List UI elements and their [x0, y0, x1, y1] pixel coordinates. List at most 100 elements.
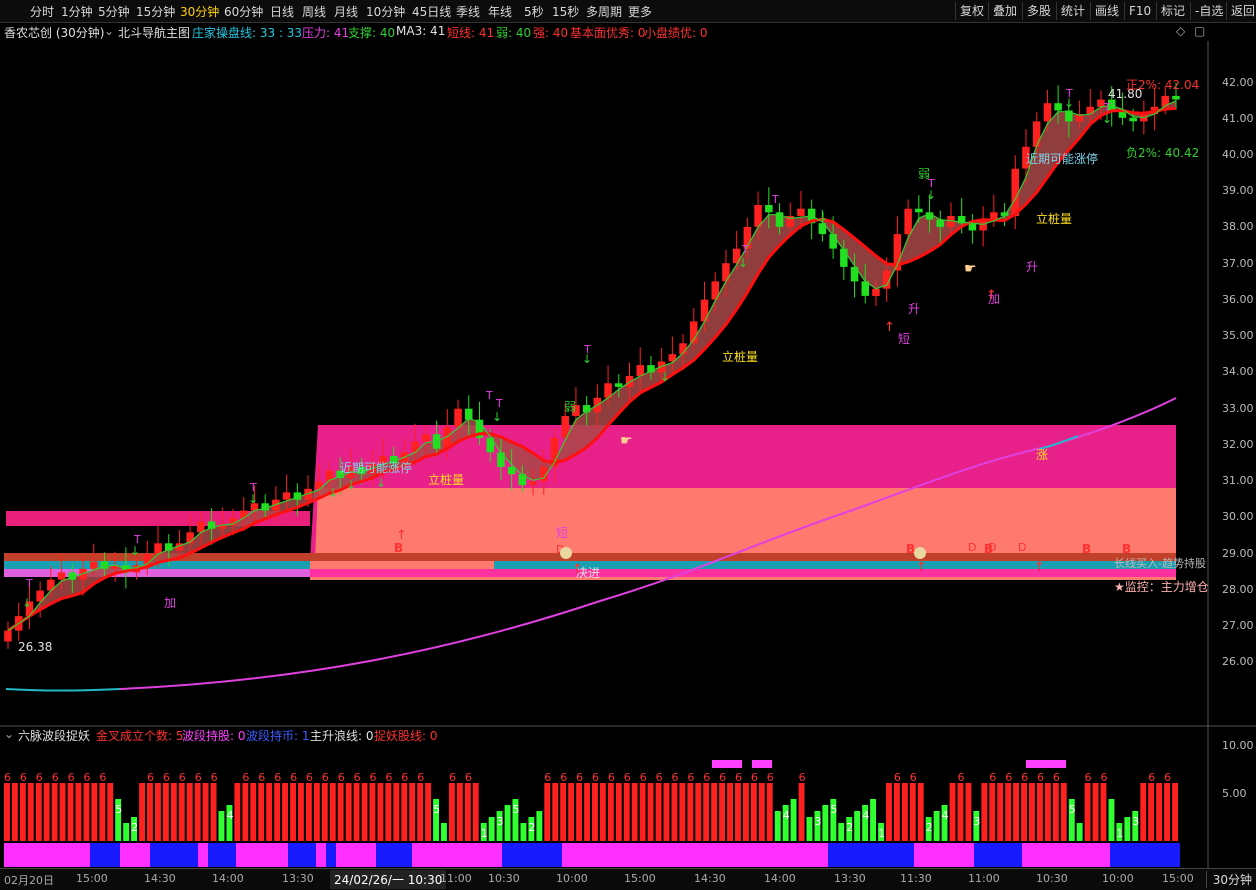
pulse-digit: 6: [449, 771, 456, 784]
candle-body: [282, 492, 291, 500]
buy-marker: B: [1082, 542, 1091, 556]
signal-label-pile-3: 立桩量: [1036, 211, 1072, 226]
pulse-bar: [67, 783, 74, 841]
svg-text:↓: ↓: [818, 210, 828, 224]
sub-indicator-title[interactable]: 六脉波段捉妖: [18, 727, 90, 744]
period-tab-30min[interactable]: 30分钟: [180, 3, 219, 20]
pulse-bar: [218, 811, 225, 841]
window-icon[interactable]: ▢: [1194, 24, 1205, 38]
price-tick: 29.00: [1222, 547, 1254, 560]
pulse-bar: [560, 783, 567, 841]
pulse-digit: 6: [465, 771, 472, 784]
pulse-digit: 6: [958, 771, 965, 784]
pulse-bar: [51, 783, 58, 841]
pulse-digit: 6: [274, 771, 281, 784]
statistics-button[interactable]: 统计: [1056, 2, 1089, 20]
overlay-button[interactable]: 叠加: [988, 2, 1021, 20]
pulse-bar: [234, 783, 241, 841]
indicator-toggle-icon[interactable]: ⌄: [104, 24, 114, 38]
pulse-bar: [1156, 783, 1163, 841]
period-tab-15sec[interactable]: 15秒: [552, 3, 579, 20]
candle-body: [1043, 103, 1052, 122]
period-tab-weekly[interactable]: 周线: [302, 3, 326, 20]
pulse-bar: [1060, 783, 1067, 841]
multi-stock-button[interactable]: 多股: [1022, 2, 1055, 20]
hand-pointer-icon: ☛: [964, 261, 977, 277]
period-tab-1min[interactable]: 1分钟: [61, 3, 93, 20]
pulse-bar: [584, 783, 590, 841]
buy-marker: B: [1122, 542, 1131, 556]
period-tab-5min[interactable]: 5分钟: [98, 3, 130, 20]
pulse-bar: [449, 783, 455, 841]
period-tab-year[interactable]: 年线: [488, 3, 512, 20]
pulse-digit: 2: [131, 821, 138, 834]
status-strip-3: [310, 569, 1176, 577]
period-tab-quarter[interactable]: 季线: [456, 3, 480, 20]
pulse-digit: 6: [179, 771, 186, 784]
pulse-bar: [989, 783, 996, 841]
period-tab-fenshi[interactable]: 分时: [30, 3, 54, 20]
period-tab-more[interactable]: 更多: [628, 3, 652, 20]
pulse-bar: [377, 783, 384, 841]
pulse-bar: [854, 811, 861, 841]
pulse-bar: [504, 805, 511, 841]
pink-marker: [712, 760, 742, 768]
signal-label-pile-1: 立桩量: [428, 472, 464, 487]
pulse-digit: 6: [656, 771, 663, 784]
pulse-bar: [695, 783, 702, 841]
pulse-bar: [687, 783, 694, 841]
price-tick: 30.00: [1222, 510, 1254, 523]
pulse-bar: [1084, 783, 1091, 841]
period-tab-5sec[interactable]: 5秒: [524, 3, 544, 20]
f10-button[interactable]: F10: [1124, 2, 1155, 20]
restore-rights-button[interactable]: 复权: [955, 2, 988, 20]
hand-pointer-icon: ☛: [620, 433, 633, 449]
pulse-digit: 6: [68, 771, 75, 784]
pulse-digit: 6: [576, 771, 583, 784]
price-tick: 38.00: [1222, 220, 1254, 233]
pulse-bar: [313, 783, 320, 841]
candle-body: [454, 408, 462, 427]
signal-label-rise-2: 升: [1026, 260, 1038, 274]
watchlist-button[interactable]: -自选: [1190, 2, 1227, 20]
candle-body: [936, 219, 944, 227]
pulse-bar: [178, 783, 185, 841]
candle-body: [1172, 95, 1180, 100]
period-tab-60min[interactable]: 60分钟: [224, 3, 263, 20]
candle-body: [57, 572, 66, 580]
pulse-digit: 6: [1148, 771, 1155, 784]
period-tab-monthly[interactable]: 月线: [334, 3, 358, 20]
back-button[interactable]: 返回: [1226, 2, 1256, 20]
period-tab-10min[interactable]: 10分钟: [366, 3, 405, 20]
pulse-digit: 6: [560, 771, 567, 784]
pulse-bar: [162, 783, 169, 841]
period-tab-45day[interactable]: 45日线: [412, 3, 451, 20]
mark-button[interactable]: 标记: [1156, 2, 1189, 20]
candle-body: [968, 223, 977, 231]
period-tab-daily[interactable]: 日线: [270, 3, 294, 20]
legend-item-ma3: MA3: 41: [396, 24, 446, 38]
period-selector[interactable]: 30分钟: [1205, 871, 1252, 888]
pulse-bar: [369, 783, 376, 841]
period-tab-multi[interactable]: 多周期: [586, 3, 622, 20]
time-label: 14:00: [764, 872, 796, 885]
pulse-digit: 6: [211, 771, 218, 784]
time-label: 10:00: [1102, 872, 1134, 885]
diamond-icon[interactable]: ◇: [1176, 24, 1185, 38]
pulse-bar: [981, 783, 988, 841]
candle-body: [1054, 103, 1062, 111]
time-label: 11:30: [900, 872, 932, 885]
indicator-legend: 香农芯创 (30分钟) ⌄ 北斗导航主图 庄家操盘线: 33 : 33 压力: …: [0, 23, 1256, 41]
draw-line-button[interactable]: 画线: [1090, 2, 1123, 20]
svg-text:↓: ↓: [492, 410, 502, 424]
svg-text:↓: ↓: [328, 486, 338, 500]
legend-item-short-line: 短线: 41: [447, 26, 495, 40]
pulse-bar: [27, 783, 34, 841]
period-tab-15min[interactable]: 15分钟: [136, 3, 175, 20]
pulse-digit: 5: [513, 803, 520, 816]
pulse-bar: [758, 783, 765, 841]
sub-toggle-icon[interactable]: ⌄: [4, 727, 14, 741]
sub-tick: 10.00: [1222, 739, 1254, 752]
indicator-name[interactable]: 北斗导航主图: [118, 24, 190, 41]
pulse-digit: 6: [1164, 771, 1171, 784]
